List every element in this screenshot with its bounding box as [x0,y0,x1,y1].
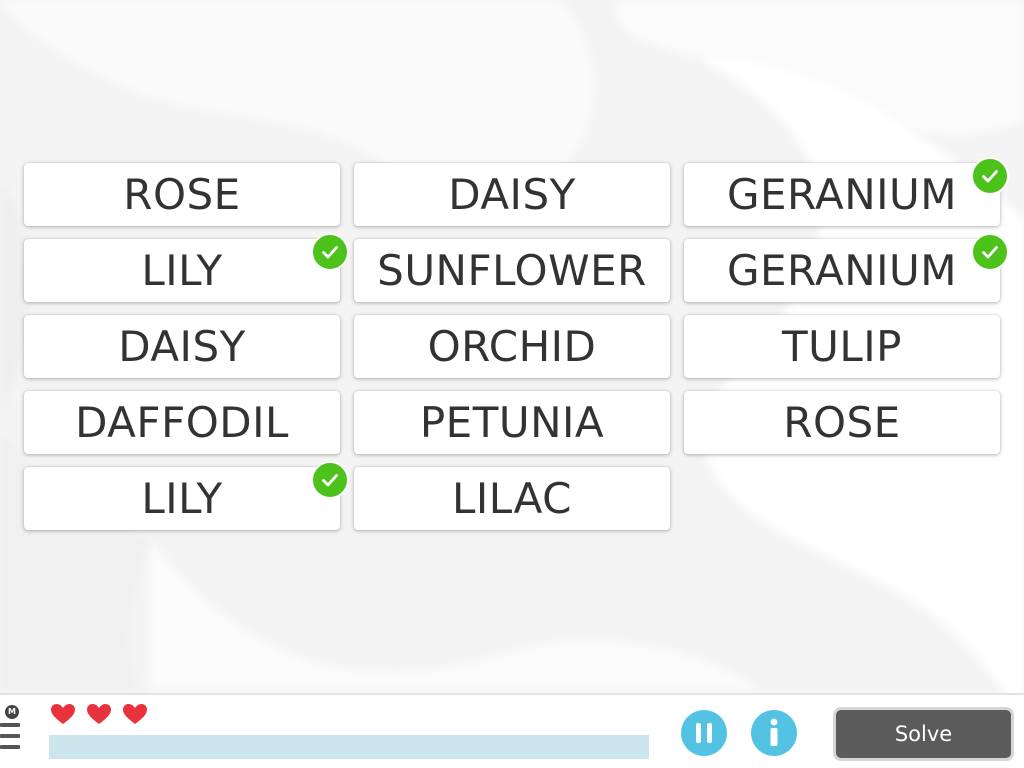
word-card[interactable]: TULIP [684,315,1000,378]
word-card-label: ROSE [123,169,241,219]
hamburger-icon-line [0,734,20,738]
word-card-label: SUNFLOWER [377,245,647,295]
heart-icon [51,704,75,724]
word-card[interactable]: PETUNIA [354,391,670,454]
word-card-label: ORCHID [427,321,597,371]
word-card[interactable]: LILY [24,461,349,530]
word-card[interactable]: GERANIUM [684,233,1009,302]
hamburger-icon [0,723,20,727]
word-card-label: LILY [141,473,223,523]
game-screen: ROSE DAISY GERANIUM LILY SUNFLOWER GERANIUM DA… [0,0,1024,768]
word-card[interactable]: SUNFLOWER [354,239,670,302]
lives-display [50,703,148,725]
word-card[interactable]: DAISY [24,315,340,378]
word-card[interactable]: DAFFODIL [24,391,340,454]
word-card-label: PETUNIA [419,397,605,447]
word-card-label: DAISY [118,321,246,371]
word-card-label: DAFFODIL [75,397,289,447]
heart-icon [123,704,147,724]
word-card[interactable]: GERANIUM [684,157,1009,226]
word-card[interactable]: ROSE [24,163,340,226]
word-card[interactable]: DAISY [354,163,670,226]
word-card[interactable]: ROSE [684,391,1000,454]
word-card-label: GERANIUM [726,169,958,219]
checkmark-icon [311,461,349,499]
checkmark-icon [971,233,1009,271]
word-card-label: ROSE [783,397,901,447]
bottom-bar: M Solve [0,693,1024,768]
info-button[interactable] [751,710,797,756]
info-icon [770,718,778,746]
checkmark-icon [971,157,1009,195]
checkmark-icon [311,233,349,271]
progress-bar [49,735,649,759]
menu-button[interactable]: M [0,703,26,765]
word-card-label: LILY [141,245,223,295]
word-card-label: DAISY [448,169,576,219]
word-card[interactable]: LILY [24,233,349,302]
hamburger-icon-line [0,745,20,749]
word-card[interactable]: LILAC [354,467,670,530]
word-card[interactable]: ORCHID [354,315,670,378]
card-grid: ROSE DAISY GERANIUM LILY SUNFLOWER GERANIUM DA… [24,157,1009,530]
word-card-label: GERANIUM [726,245,958,295]
pause-icon [696,723,712,743]
solve-button[interactable]: Solve [833,707,1014,761]
pause-button[interactable] [681,710,727,756]
word-card-label: LILAC [452,473,572,523]
heart-icon [87,704,111,724]
menu-badge: M [5,705,19,719]
word-card-label: TULIP [781,321,902,371]
